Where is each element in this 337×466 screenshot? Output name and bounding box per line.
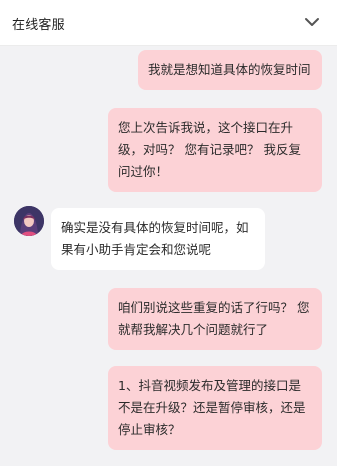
user-message: 我就是想知道具体的恢复时间 xyxy=(138,50,322,90)
user-message: 咱们别说这些重复的话了行吗？ 您就帮我解决几个问题就行了 xyxy=(108,288,322,350)
chat-area[interactable]: 我就是想知道具体的恢复时间 您上次告诉我说，这个接口在升级，对吗？ 您有记录吧？… xyxy=(0,46,337,466)
message-text: 1、抖音视频发布及管理的接口是不是在升级？还是暂停审核，还是停止审核？ xyxy=(118,378,306,437)
message-text: 我就是想知道具体的恢复时间 xyxy=(148,62,311,77)
message-text: 咱们别说这些重复的话了行吗？ 您就帮我解决几个问题就行了 xyxy=(118,300,310,337)
agent-message: 确实是没有具体的恢复时间呢，如果有小助手肯定会和您说呢 xyxy=(51,208,265,270)
agent-avatar xyxy=(14,206,44,236)
header-title: 在线客服 xyxy=(12,18,65,33)
message-text: 确实是没有具体的恢复时间呢，如果有小助手肯定会和您说呢 xyxy=(61,220,249,257)
user-message: 您上次告诉我说，这个接口在升级，对吗？ 您有记录吧？ 我反复问过你！ xyxy=(108,108,322,192)
user-message: 1、抖音视频发布及管理的接口是不是在升级？还是暂停审核，还是停止审核？ xyxy=(108,366,322,450)
message-text: 您上次告诉我说，这个接口在升级，对吗？ 您有记录吧？ 我反复问过你！ xyxy=(118,120,301,179)
chat-header: 在线客服 xyxy=(0,0,337,46)
chevron-down-icon[interactable] xyxy=(303,13,321,31)
